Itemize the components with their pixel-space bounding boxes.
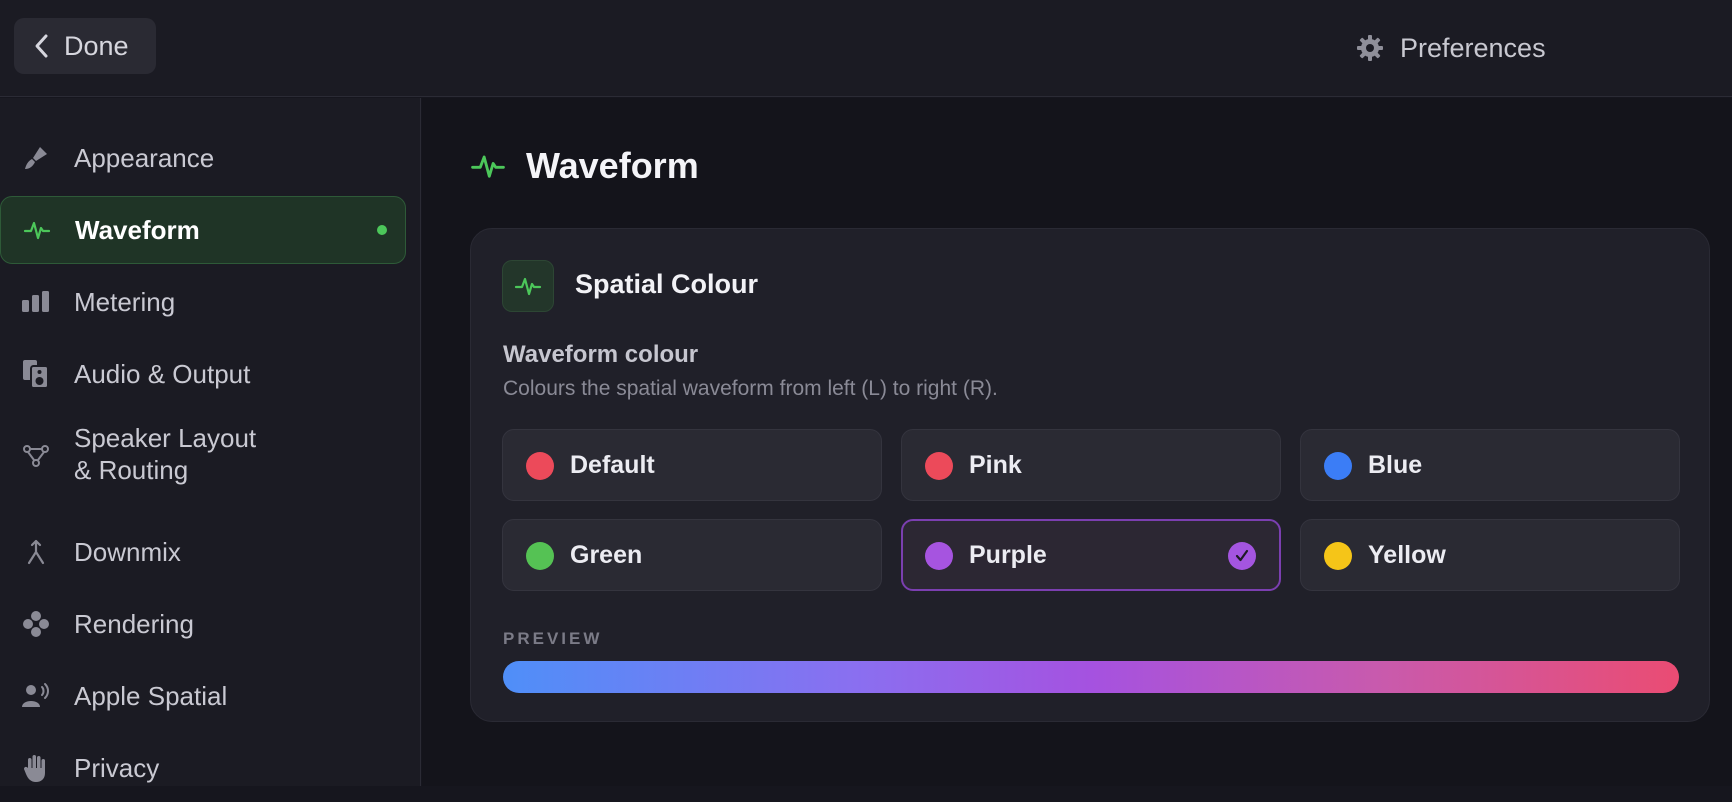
brush-icon <box>20 142 52 174</box>
hand-icon <box>20 752 52 784</box>
colour-option-yellow[interactable]: Yellow <box>1300 519 1680 591</box>
sidebar-item-label-line1: Speaker Layout <box>74 423 257 453</box>
spatial-colour-card: Spatial Colour Waveform colour Colours t… <box>470 228 1710 722</box>
sidebar-item-label: Apple Spatial <box>74 681 228 711</box>
waveform-icon <box>21 214 53 246</box>
sidebar-item-label: Metering <box>74 287 176 317</box>
sidebar-item-audio-output[interactable]: Audio & Output <box>0 340 406 408</box>
merge-arrow-icon <box>20 536 52 568</box>
done-label: Done <box>64 30 129 61</box>
done-button[interactable]: Done <box>14 18 156 74</box>
colour-swatch <box>925 542 953 570</box>
sidebar-item-metering[interactable]: Metering <box>0 268 406 336</box>
colour-option-default[interactable]: Default <box>502 429 882 501</box>
sidebar-item-downmix[interactable]: Downmix <box>0 518 406 586</box>
colour-swatch <box>526 542 554 570</box>
sidebar-item-label: Privacy <box>74 753 160 783</box>
colour-option-pink[interactable]: Pink <box>901 429 1281 501</box>
option-label: Blue <box>1368 450 1423 479</box>
sidebar-item-label: Downmix <box>74 537 181 567</box>
chevron-left-icon <box>35 34 48 58</box>
active-indicator-dot <box>377 225 387 235</box>
option-label: Green <box>570 540 643 569</box>
page-title: Waveform <box>526 145 699 186</box>
sidebar-item-label: Audio & Output <box>74 359 251 389</box>
gear-icon <box>1357 35 1383 61</box>
field-description: Colours the spatial waveform from left (… <box>503 377 998 400</box>
sidebar-item-rendering[interactable]: Rendering <box>0 590 406 658</box>
colour-option-green[interactable]: Green <box>502 519 882 591</box>
colour-swatch <box>925 452 953 480</box>
card-title: Spatial Colour <box>575 269 759 299</box>
waveform-icon <box>514 277 542 296</box>
waveform-icon <box>471 155 505 178</box>
preferences-header: Preferences <box>1356 28 1546 68</box>
field-label: Waveform colour <box>503 341 699 368</box>
sidebar-item-label: Appearance <box>74 143 215 173</box>
colour-option-blue[interactable]: Blue <box>1300 429 1680 501</box>
option-label: Yellow <box>1368 540 1446 569</box>
main-content: Waveform Spatial Colour Waveform colour … <box>422 98 1732 786</box>
sidebar-item-speaker-layout[interactable]: Speaker Layout & Routing <box>0 408 406 502</box>
colour-swatch <box>1324 452 1352 480</box>
option-label: Pink <box>969 450 1022 479</box>
option-label: Purple <box>969 540 1047 569</box>
sidebar-item-waveform[interactable]: Waveform <box>0 196 406 264</box>
card-icon-tile <box>502 260 554 312</box>
preview-gradient-bar <box>503 661 1679 693</box>
sidebar-item-label-line2: & Routing <box>74 455 189 485</box>
option-label: Default <box>570 450 655 479</box>
dots-cluster-icon <box>20 608 52 640</box>
sidebar-item-apple-spatial[interactable]: Apple Spatial <box>0 662 406 730</box>
checkmark-icon <box>1228 542 1256 570</box>
person-wave-icon <box>20 680 52 712</box>
sidebar-item-label: Rendering <box>74 609 194 639</box>
preview-label: PREVIEW <box>503 629 603 648</box>
sidebar-item-label: Waveform <box>75 215 200 245</box>
routing-nodes-icon <box>20 439 52 471</box>
colour-option-purple[interactable]: Purple <box>901 519 1281 591</box>
page-header: Waveform <box>470 144 699 188</box>
speaker-icon <box>20 358 52 390</box>
colour-swatch <box>526 452 554 480</box>
preferences-title: Preferences <box>1400 32 1546 63</box>
colour-swatch <box>1324 542 1352 570</box>
sidebar-item-appearance[interactable]: Appearance <box>0 124 406 192</box>
meter-bars-icon <box>20 286 52 318</box>
sidebar-item-privacy[interactable]: Privacy <box>0 734 406 802</box>
sidebar-item-label: Speaker Layout & Routing <box>74 422 256 486</box>
top-bar: Done Preferences <box>0 0 1732 97</box>
sidebar: Appearance Waveform Metering Audio & Out… <box>0 98 421 786</box>
